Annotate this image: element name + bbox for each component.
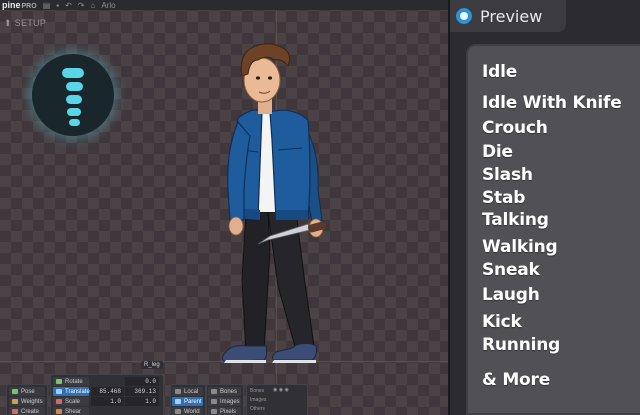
images-toggle[interactable]: Images xyxy=(208,397,241,406)
animation-item[interactable]: Running xyxy=(482,335,560,355)
create-button[interactable]: Create xyxy=(9,407,45,415)
badge-shape xyxy=(67,108,81,116)
local-axis-button[interactable]: Local xyxy=(172,387,203,396)
redo-icon[interactable]: ↷ xyxy=(78,1,85,10)
tab-preview[interactable]: Preview xyxy=(450,0,566,32)
rotate-icon xyxy=(56,379,62,384)
badge-shape xyxy=(66,95,82,104)
shear-button[interactable]: Shear xyxy=(53,407,89,415)
options-bones-label: Bones xyxy=(250,388,265,394)
rotate-button[interactable]: Rotate xyxy=(53,377,89,386)
animation-item[interactable]: & More xyxy=(482,370,550,390)
preview-icon xyxy=(456,8,472,24)
animation-item[interactable]: Idle With Knife xyxy=(482,93,622,113)
animation-list-box: Idle Idle With Knife Crouch Die Slash St… xyxy=(466,44,640,415)
canvas-viewport[interactable]: pinePRO ▤ ▪ ↶ ↷ ⌂ Arlo ⬆ SETUP R_leg Pos… xyxy=(0,0,448,415)
shear-icon xyxy=(56,409,62,414)
weights-button[interactable]: Weights xyxy=(9,397,45,406)
animation-item[interactable]: Walking xyxy=(482,237,558,257)
setup-icon: ⬆ xyxy=(4,18,12,28)
images-icon xyxy=(211,399,217,404)
translate-icon xyxy=(56,389,62,394)
logo-badge xyxy=(32,54,114,136)
translate-y-value[interactable]: 369.13 xyxy=(125,387,159,396)
options-others-label: Others xyxy=(250,406,266,412)
lock-icon[interactable]: ⌂ xyxy=(91,1,96,10)
preview-title: Preview xyxy=(480,6,543,26)
animation-item[interactable]: Die xyxy=(482,142,513,162)
pose-button[interactable]: Pose xyxy=(9,387,45,396)
world-icon xyxy=(175,409,181,414)
animation-item[interactable]: Stab xyxy=(482,188,525,208)
visibility-icon[interactable]: ◉ ◉ ◉ xyxy=(273,387,289,393)
bones-icon xyxy=(211,389,217,394)
skeleton-name[interactable]: Arlo xyxy=(101,1,115,10)
translate-x-value[interactable]: 85.468 xyxy=(91,387,124,396)
translate-button[interactable]: Translate xyxy=(53,387,90,396)
scale-icon xyxy=(56,399,62,404)
animation-item[interactable]: Talking xyxy=(482,210,549,230)
badge-shape xyxy=(66,82,83,91)
parent-icon xyxy=(175,399,181,404)
compensate-panel: Bones Images Pixels xyxy=(206,384,244,415)
animation-item[interactable]: Slash xyxy=(482,165,533,185)
parent-axis-button[interactable]: Parent xyxy=(172,397,203,406)
options-images-label: Images xyxy=(250,397,267,403)
save-icon[interactable]: ▪ xyxy=(56,1,59,10)
preview-panel: Preview Idle Idle With Knife Crouch Die … xyxy=(448,0,640,415)
bones-toggle[interactable]: Bones xyxy=(208,387,241,396)
scale-button[interactable]: Scale xyxy=(53,397,89,406)
rotate-value[interactable]: 0.0 xyxy=(125,377,159,386)
animation-item[interactable]: Sneak xyxy=(482,260,540,280)
app-logo: pinePRO xyxy=(2,0,37,10)
badge-shape xyxy=(62,68,84,78)
animation-item[interactable]: Kick xyxy=(482,312,522,332)
bone-name-label: R_leg xyxy=(141,361,163,369)
pose-icon xyxy=(12,389,18,394)
badge-shape xyxy=(69,119,80,126)
world-axis-button[interactable]: World xyxy=(172,407,203,415)
pixels-toggle[interactable]: Pixels xyxy=(208,407,241,415)
animation-item[interactable]: Laugh xyxy=(482,285,540,305)
animation-item[interactable]: Idle xyxy=(482,62,517,82)
menu-icon[interactable]: ▤ xyxy=(43,1,51,10)
character-illustration[interactable] xyxy=(212,40,352,370)
tools-panel: Pose Weights Create Rotate 0.0 Translate xyxy=(0,372,448,415)
top-toolbar: pinePRO ▤ ▪ ↶ ↷ ⌂ Arlo xyxy=(0,0,448,10)
mode-indicator: ⬆ SETUP xyxy=(4,18,47,28)
scale-y-value[interactable]: 1.0 xyxy=(125,397,159,406)
mode-panel: Pose Weights Create xyxy=(6,384,48,415)
create-icon xyxy=(12,409,18,414)
pixels-icon xyxy=(211,409,217,414)
weights-icon xyxy=(12,399,18,404)
scale-x-value[interactable]: 1.0 xyxy=(91,397,124,406)
transform-panel: Rotate 0.0 Translate 85.468 369.13 Scale… xyxy=(50,374,164,415)
local-icon xyxy=(175,389,181,394)
tab-bar-filler xyxy=(566,0,640,32)
animation-item[interactable]: Crouch xyxy=(482,118,548,138)
options-panel: Bones Images Others ◉ ◉ ◉ xyxy=(246,384,308,415)
axes-panel: Local Parent World xyxy=(170,384,206,415)
undo-icon[interactable]: ↶ xyxy=(65,1,72,10)
